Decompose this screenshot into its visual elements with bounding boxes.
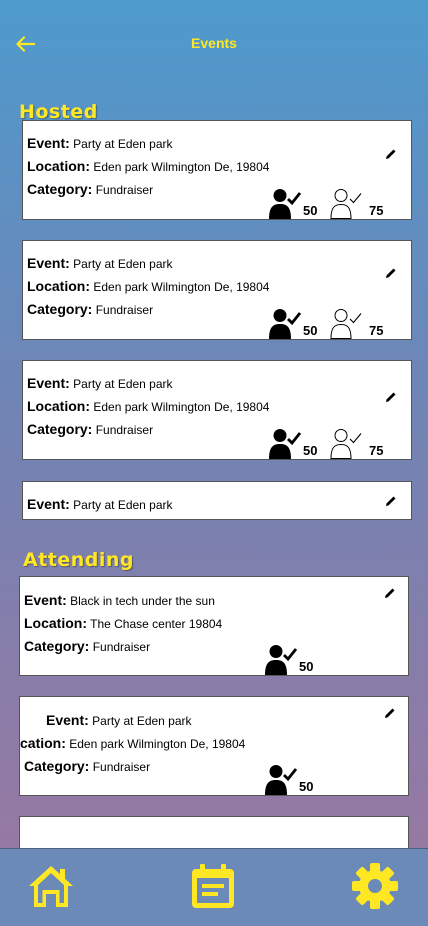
event-line: Event: Party at Eden park	[27, 255, 173, 271]
attending-event-card[interactable]: Event: Black in tech under the sun Locat…	[19, 576, 409, 676]
user-check-outline-icon	[330, 309, 362, 339]
event-line: Event: Party at Eden park	[27, 135, 173, 151]
hosted-event-card[interactable]: Event: Party at Eden park Location: Eden…	[22, 120, 412, 220]
event-line: Event: Party at Eden park	[46, 712, 192, 728]
category-line: Category: Fundraiser	[27, 181, 154, 197]
user-check-filled-icon	[269, 309, 301, 339]
event-line: Event: Party at Eden park	[27, 375, 173, 391]
user-check-filled-icon	[269, 189, 301, 219]
pencil-icon[interactable]	[383, 706, 397, 720]
user-check-filled-icon	[265, 765, 297, 795]
page-title: Events	[191, 35, 237, 51]
invited-stat: 75	[330, 427, 383, 459]
category-line: Category: Fundraiser	[27, 301, 154, 317]
gear-icon	[352, 863, 398, 909]
attending-event-card[interactable]: Event: Party at Eden park cation: Eden p…	[19, 696, 409, 796]
pencil-icon[interactable]	[384, 147, 398, 161]
category-line: Category: Fundraiser	[27, 421, 154, 437]
location-line: cation: Eden park Wilmington De, 19804	[20, 735, 246, 751]
category-line: Category: Fundraiser	[24, 638, 151, 654]
invited-stat: 75	[330, 187, 383, 219]
pencil-icon[interactable]	[384, 494, 398, 508]
location-line: Location: The Chase center 19804	[24, 615, 223, 631]
hosted-event-card[interactable]: Event: Party at Eden park Location: Eden…	[22, 240, 412, 340]
user-check-filled-icon	[269, 429, 301, 459]
invited-stat: 75	[330, 307, 383, 339]
pencil-icon[interactable]	[383, 586, 397, 600]
location-line: Location: Eden park Wilmington De, 19804	[27, 158, 270, 174]
attending-stat: 50	[269, 427, 317, 459]
pencil-icon[interactable]	[384, 266, 398, 280]
user-check-outline-icon	[330, 189, 362, 219]
attending-stat: 50	[265, 763, 313, 795]
user-check-filled-icon	[265, 645, 297, 675]
pencil-icon[interactable]	[384, 390, 398, 404]
nav-home-button[interactable]	[26, 861, 76, 911]
event-line: Event: Black in tech under the sun	[24, 592, 215, 608]
attending-stat: 50	[269, 307, 317, 339]
calendar-icon	[192, 864, 234, 908]
app-header: Events	[0, 0, 428, 90]
hosted-event-card[interactable]: Event: Party at Eden park	[22, 481, 412, 520]
nav-events-button[interactable]	[188, 861, 238, 911]
attending-stat: 50	[265, 643, 313, 675]
nav-settings-button[interactable]	[350, 861, 400, 911]
event-line: Event: Party at Eden park	[27, 496, 173, 512]
bottom-nav	[0, 848, 428, 926]
user-check-outline-icon	[330, 429, 362, 459]
attending-stat: 50	[269, 187, 317, 219]
location-line: Location: Eden park Wilmington De, 19804	[27, 398, 270, 414]
location-line: Location: Eden park Wilmington De, 19804	[27, 278, 270, 294]
hosted-event-card[interactable]: Event: Party at Eden park Location: Eden…	[22, 360, 412, 460]
section-title-attending: Attending	[23, 549, 135, 571]
home-icon	[29, 866, 73, 907]
category-line: Category: Fundraiser	[24, 758, 151, 774]
